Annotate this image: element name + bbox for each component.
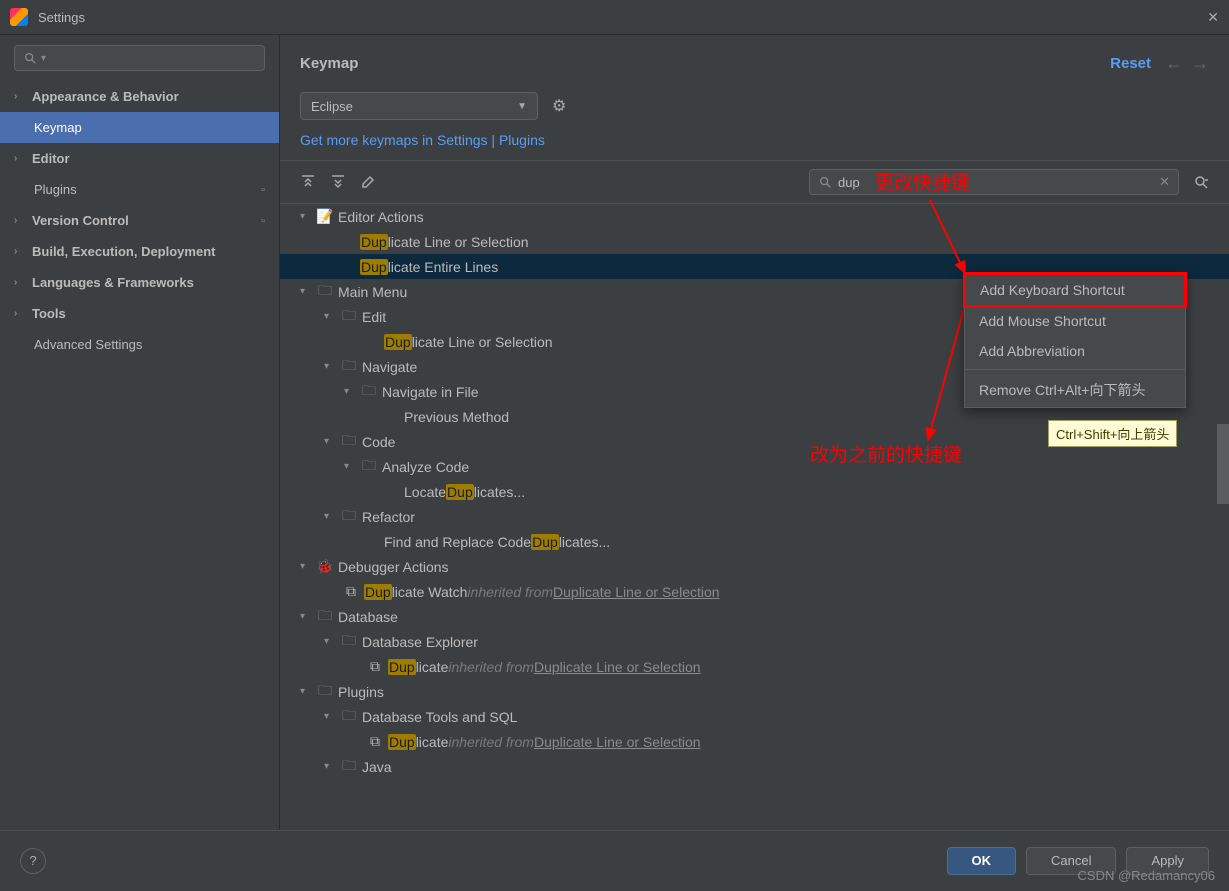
watermark: CSDN @Redamancy06: [1078, 868, 1215, 883]
tree-node-database[interactable]: ▾🗀Database: [280, 604, 1229, 629]
settings-sidebar: ▾ ›Appearance & Behavior Keymap ›Editor …: [0, 35, 280, 830]
tree-leaf[interactable]: Find and Replace Code Duplicates...: [280, 529, 1229, 554]
separator: [965, 369, 1185, 370]
ok-button[interactable]: OK: [947, 847, 1017, 875]
folder-icon: 🗀: [340, 755, 358, 779]
help-icon[interactable]: ?: [20, 848, 46, 874]
ctx-add-mouse[interactable]: Add Mouse Shortcut: [965, 306, 1185, 336]
shortcut-tooltip: Ctrl+Shift+向上箭头: [1048, 420, 1177, 447]
inherited-link[interactable]: Duplicate Line or Selection: [534, 659, 701, 675]
sidebar-item-plugins[interactable]: Plugins▫: [0, 174, 279, 205]
sidebar-search-input[interactable]: ▾: [14, 45, 265, 71]
folder-icon: 🗀: [340, 705, 358, 729]
gear-icon[interactable]: ⚙: [552, 96, 566, 116]
tree-leaf[interactable]: ⧉Duplicate inherited from Duplicate Line…: [280, 729, 1229, 754]
tree-node-analyze[interactable]: ▾🗀Analyze Code: [280, 454, 1229, 479]
tree-node-db-tools[interactable]: ▾🗀Database Tools and SQL: [280, 704, 1229, 729]
sidebar-item-editor[interactable]: ›Editor: [0, 143, 279, 174]
annotation-top: 更改快捷键: [875, 168, 970, 195]
project-icon: ▫: [261, 184, 265, 196]
context-menu: Add Keyboard Shortcut Add Mouse Shortcut…: [964, 273, 1186, 408]
keymap-select[interactable]: Eclipse ▼: [300, 92, 538, 120]
get-more-keymaps-link[interactable]: Get more keymaps in Settings | Plugins: [280, 124, 1229, 160]
folder-icon: 🗀: [340, 630, 358, 654]
tree-leaf[interactable]: Duplicate Line or Selection: [280, 229, 1229, 254]
tree-node-editor-actions[interactable]: ▾📝Editor Actions: [280, 204, 1229, 229]
forward-icon[interactable]: →: [1191, 53, 1209, 74]
folder-icon: 🗀: [340, 305, 358, 329]
copy-icon: ⧉: [366, 658, 384, 675]
folder-icon: 🗀: [340, 355, 358, 379]
title-bar: Settings ✕: [0, 0, 1229, 35]
ctx-add-keyboard[interactable]: Add Keyboard Shortcut: [963, 272, 1187, 308]
bug-icon: 🐞: [316, 558, 334, 575]
page-title: Keymap: [300, 55, 358, 72]
inherited-link[interactable]: Duplicate Line or Selection: [553, 584, 720, 600]
page-header: Keymap Reset ← →: [280, 35, 1229, 82]
sidebar-item-build[interactable]: ›Build, Execution, Deployment: [0, 236, 279, 267]
folder-icon: 🗀: [360, 380, 378, 404]
chevron-down-icon: ▼: [517, 101, 527, 112]
collapse-all-icon[interactable]: [330, 174, 346, 190]
sidebar-item-appearance[interactable]: ›Appearance & Behavior: [0, 81, 279, 112]
expand-all-icon[interactable]: [300, 174, 316, 190]
search-icon: [818, 175, 832, 189]
edit-icon[interactable]: [360, 174, 376, 190]
annotation-bottom: 改为之前的快捷键: [810, 440, 962, 467]
search-icon: [23, 51, 37, 65]
tree-leaf[interactable]: ⧉Duplicate Watch inherited from Duplicat…: [280, 579, 1229, 604]
find-by-shortcut-icon[interactable]: [1193, 174, 1209, 190]
sidebar-item-languages[interactable]: ›Languages & Frameworks: [0, 267, 279, 298]
chevron-down-icon: ▾: [41, 53, 46, 64]
folder-icon: 🗀: [340, 430, 358, 454]
folder-icon: 🗀: [316, 680, 334, 704]
ctx-remove[interactable]: Remove Ctrl+Alt+向下箭头: [965, 373, 1185, 407]
tree-node-debugger[interactable]: ▾🐞Debugger Actions: [280, 554, 1229, 579]
folder-icon: 🗀: [360, 455, 378, 479]
edit-actions-icon: 📝: [316, 208, 334, 225]
tree-node-java[interactable]: ▾🗀Java: [280, 754, 1229, 779]
sidebar-item-tools[interactable]: ›Tools: [0, 298, 279, 329]
folder-icon: 🗀: [340, 505, 358, 529]
tree-node-db-explorer[interactable]: ▾🗀Database Explorer: [280, 629, 1229, 654]
clear-icon[interactable]: ✕: [1159, 174, 1170, 190]
sidebar-item-vcs[interactable]: ›Version Control▫: [0, 205, 279, 236]
actions-toolbar: ✕: [280, 160, 1229, 204]
tree-node-refactor[interactable]: ▾🗀Refactor: [280, 504, 1229, 529]
window-title: Settings: [38, 10, 85, 25]
sidebar-item-advanced[interactable]: Advanced Settings: [0, 329, 279, 360]
tree-node-plugins[interactable]: ▾🗀Plugins: [280, 679, 1229, 704]
inherited-link[interactable]: Duplicate Line or Selection: [534, 734, 701, 750]
folder-icon: 🗀: [316, 605, 334, 629]
ctx-add-abbr[interactable]: Add Abbreviation: [965, 336, 1185, 366]
tree-leaf[interactable]: ⧉Duplicate inherited from Duplicate Line…: [280, 654, 1229, 679]
project-icon: ▫: [261, 215, 265, 227]
actions-search-input[interactable]: ✕: [809, 169, 1179, 195]
copy-icon: ⧉: [342, 583, 360, 600]
dialog-footer: ? OK Cancel Apply: [0, 830, 1229, 890]
scrollbar-thumb[interactable]: [1217, 424, 1229, 504]
reset-button[interactable]: Reset: [1110, 55, 1151, 72]
close-icon[interactable]: ✕: [1207, 9, 1219, 26]
app-logo-icon: [10, 8, 28, 26]
back-icon[interactable]: ←: [1165, 53, 1183, 74]
sidebar-item-keymap[interactable]: Keymap: [0, 112, 279, 143]
folder-icon: 🗀: [316, 280, 334, 304]
copy-icon: ⧉: [366, 733, 384, 750]
tree-leaf[interactable]: Locate Duplicates...: [280, 479, 1229, 504]
